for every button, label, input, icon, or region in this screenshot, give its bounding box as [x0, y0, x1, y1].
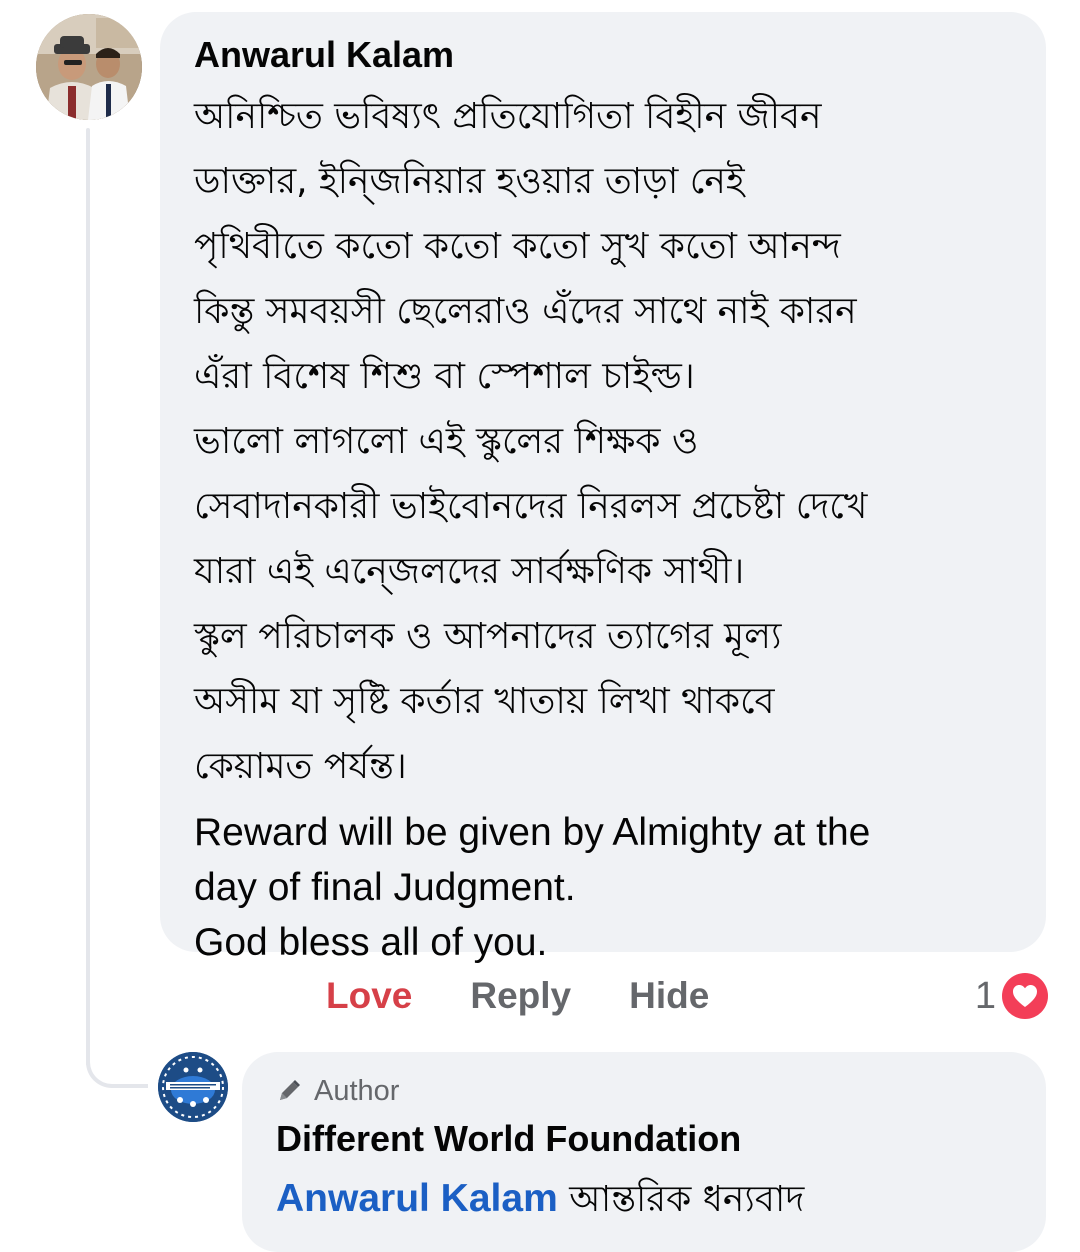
comment-line: অসীম যা সৃষ্টি কর্তার খাতায় লিখা থাকবে: [194, 681, 775, 722]
comment-line: পৃথিবীতে কতো কতো কতো সুখ কতো আনন্দ: [194, 226, 841, 267]
page-avatar[interactable]: [158, 1052, 228, 1122]
reaction-count: 1: [974, 974, 996, 1017]
comment-line: অনিশ্চিত ভবিষ্যৎ প্রতিযোগিতা বিহীন জীবন: [194, 96, 822, 137]
comment-line: এঁরা বিশেষ শিশু বা স্পেশাল চাইল্ড।: [194, 356, 695, 397]
foundation-logo: [158, 1052, 228, 1122]
comment-bubble: Anwarul Kalam অনিশ্চিত ভবিষ্যৎ প্রতিযোগি…: [160, 12, 1046, 964]
reply-bubble: Author Different World Foundation Anwaru…: [242, 1052, 1046, 1252]
love-button[interactable]: Love: [326, 975, 412, 1017]
comment-body: অনিশ্চিত ভবিষ্যৎ প্রতিযোগিতা বিহীন জীবন …: [194, 84, 1012, 970]
comment-line: সেবাদানকারী ভাইবোনদের নিরলস প্রচেষ্টা দে…: [194, 486, 868, 527]
mention-link[interactable]: Anwarul Kalam: [276, 1177, 558, 1220]
thread-connector: [86, 1040, 148, 1088]
avatar-photo: [36, 14, 142, 120]
heart-icon: [1002, 973, 1048, 1019]
pencil-icon: [276, 1078, 302, 1104]
reply-message: আন্তরিক ধন্যবাদ: [569, 1179, 805, 1220]
reaction-summary[interactable]: 1: [975, 966, 1048, 1026]
comment-line: স্কুল পরিচালক ও আপনাদের ত্যাগের মূল্য: [194, 616, 782, 657]
comment-line: ভালো লাগলো এই স্কুলের শিক্ষক ও: [194, 421, 699, 462]
comment-actions: Love Reply Hide: [326, 966, 767, 1026]
reply-author-name[interactable]: Different World Foundation: [276, 1114, 1012, 1164]
comment-line: ডাক্তার, ইন্জিনিয়ার হওয়ার তাড়া নেই: [194, 161, 745, 202]
commenter-avatar[interactable]: [36, 14, 142, 120]
comment-line: day of final Judgment.: [194, 866, 576, 909]
thread-line: [86, 128, 90, 1066]
author-badge: Author: [276, 1072, 1012, 1110]
comment-line: কিন্তু সমবয়সী ছেলেরাও এঁদের সাথে নাই কা…: [194, 291, 857, 332]
comment-line: Reward will be given by Almighty at the: [194, 811, 871, 854]
comment-author-name[interactable]: Anwarul Kalam: [194, 32, 1012, 78]
reply-button[interactable]: Reply: [470, 975, 571, 1017]
hide-button[interactable]: Hide: [629, 975, 709, 1017]
comment-line: God bless all of you.: [194, 921, 548, 964]
reply-body: Anwarul Kalam আন্তরিক ধন্যবাদ: [276, 1170, 1012, 1229]
comment-line: কেয়ামত পর্যন্ত।: [194, 746, 407, 787]
comment-line: যারা এই এন্জেলদের সার্বক্ষণিক সাথী।: [194, 551, 745, 592]
author-badge-label: Author: [314, 1074, 400, 1107]
